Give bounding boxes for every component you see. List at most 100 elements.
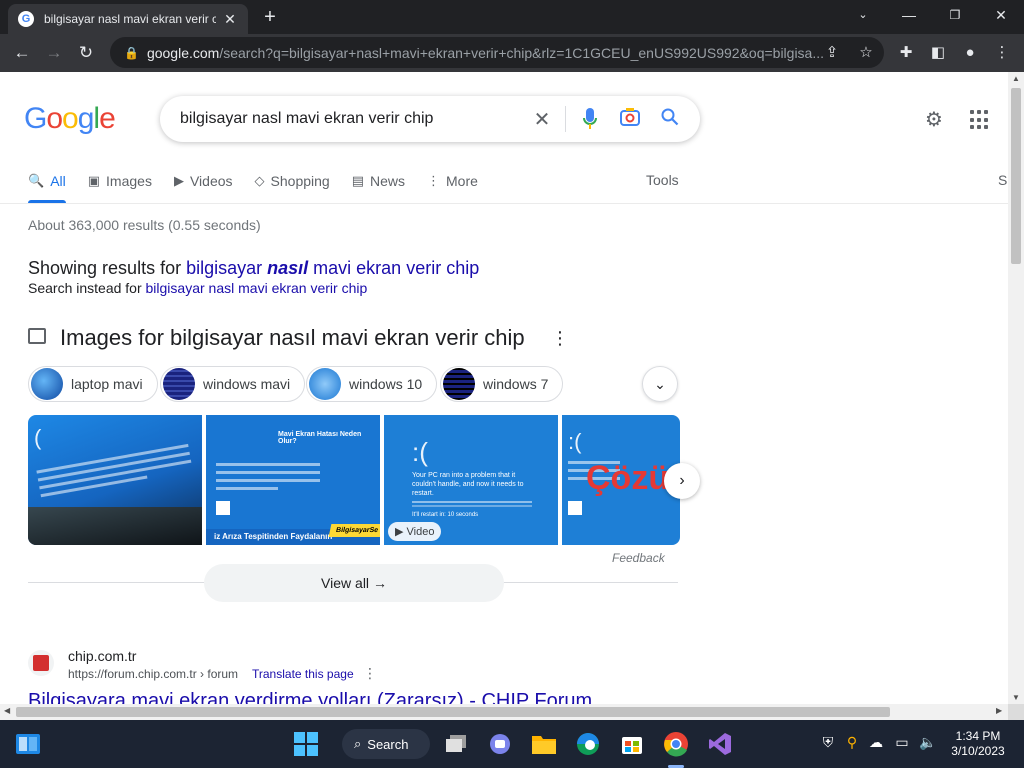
- tab-images[interactable]: ▣ Images: [88, 170, 152, 192]
- system-clock[interactable]: 1:34 PM 3/10/2023: [946, 729, 1010, 759]
- browser-menu-icon[interactable]: ⋮: [990, 41, 1014, 65]
- extensions-puzzle-icon[interactable]: ✚: [894, 41, 918, 65]
- tray-app-icon[interactable]: ⚲: [842, 734, 862, 751]
- widgets-icon[interactable]: [14, 730, 42, 758]
- result-title-link[interactable]: Bilgisayara mavi ekran verdirme yolları …: [28, 690, 592, 704]
- browser-tab[interactable]: G bilgisayar nasl mavi ekran verir chip …: [8, 4, 248, 34]
- google-logo[interactable]: Google: [24, 102, 116, 136]
- news-icon: ▤: [351, 173, 364, 188]
- tab-title: bilgisayar nasl mavi ekran verir chip: [44, 12, 216, 26]
- image-result-1[interactable]: (: [28, 415, 202, 545]
- address-bar[interactable]: 🔒 google.com/search?q=bilgisayar+nasl+ma…: [110, 37, 884, 68]
- browser-tab-strip: G bilgisayar nasl mavi ekran verir chip …: [0, 0, 1024, 34]
- images-more-options-icon[interactable]: ⋮: [550, 328, 570, 349]
- bookmark-star-icon[interactable]: ☆: [856, 43, 876, 61]
- spelling-correction: Showing results for bilgisayar nasıl mav…: [28, 258, 480, 278]
- minimize-button[interactable]: —: [886, 0, 932, 30]
- qr-code: [568, 501, 582, 515]
- close-window-button[interactable]: ✕: [978, 0, 1024, 30]
- url-text[interactable]: google.com/search?q=bilgisayar+nasl+mavi…: [147, 45, 823, 61]
- chip-windows-mavi[interactable]: windows mavi: [160, 366, 306, 402]
- chrome-browser-icon[interactable]: [662, 730, 690, 758]
- image-result-4[interactable]: :( Çözü: [562, 415, 680, 545]
- clear-search-icon[interactable]: ✕: [530, 108, 554, 132]
- vertical-scroll-thumb[interactable]: [1011, 88, 1021, 264]
- start-windows-icon[interactable]: [292, 730, 320, 758]
- translate-page-link[interactable]: Translate this page: [252, 667, 354, 681]
- tab-more[interactable]: ⋮ More: [427, 170, 478, 192]
- search-submit-icon[interactable]: [658, 108, 682, 132]
- volume-speaker-icon[interactable]: 🔈: [918, 734, 938, 751]
- qr-code: [216, 501, 230, 515]
- tab-all[interactable]: 🔍 All: [28, 170, 66, 192]
- onedrive-cloud-icon[interactable]: ☁: [866, 734, 886, 751]
- images-next-arrow-icon[interactable]: ›: [664, 463, 700, 499]
- scroll-right-arrow-icon[interactable]: ▶: [996, 706, 1002, 715]
- original-query-link[interactable]: bilgisayar nasl mavi ekran verir chip: [146, 280, 368, 296]
- visual-studio-icon[interactable]: [706, 730, 734, 758]
- view-all-button[interactable]: View all →: [204, 564, 504, 602]
- profile-avatar-icon[interactable]: ●: [958, 41, 982, 65]
- network-icon[interactable]: ▭: [892, 734, 912, 751]
- laptop-bezel: [28, 507, 202, 545]
- task-view-icon[interactable]: [442, 730, 470, 758]
- lock-icon[interactable]: 🔒: [124, 46, 139, 60]
- feedback-link[interactable]: Feedback: [612, 551, 665, 565]
- result-site-name[interactable]: chip.com.tr: [68, 648, 136, 664]
- horizontal-scroll-thumb[interactable]: [16, 707, 890, 717]
- image-result-3-video[interactable]: :( Your PC ran into a problem that it co…: [384, 415, 558, 545]
- forward-button[interactable]: →: [42, 41, 66, 65]
- header-divider: [0, 203, 1008, 204]
- new-tab-button[interactable]: +: [258, 6, 282, 30]
- tab-close-icon[interactable]: ✕: [222, 11, 238, 28]
- tag-icon: ◇: [254, 173, 265, 188]
- chips-expand-chevron-icon[interactable]: ⌄: [642, 366, 678, 402]
- tab-search-icon[interactable]: ⌄: [840, 0, 886, 30]
- search-box[interactable]: bilgisayar nasl mavi ekran verir chip ✕: [160, 96, 700, 142]
- file-explorer-icon[interactable]: [530, 730, 558, 758]
- reload-button[interactable]: ↻: [74, 41, 98, 65]
- scrollbar-corner: [1008, 704, 1024, 720]
- voice-search-mic-icon[interactable]: [578, 108, 602, 132]
- back-button[interactable]: ←: [10, 41, 34, 65]
- tab-shopping[interactable]: ◇ Shopping: [255, 170, 330, 192]
- play-icon: ▶: [395, 526, 407, 538]
- tab-videos[interactable]: ▶ Videos: [174, 170, 233, 192]
- result-more-options-icon[interactable]: ⋮: [362, 665, 378, 682]
- taskbar-search[interactable]: ⌕ Search: [342, 729, 430, 759]
- restore-button[interactable]: ❐: [932, 0, 978, 30]
- scroll-down-arrow-icon[interactable]: ▼: [1008, 693, 1024, 702]
- search-icon: 🔍: [28, 173, 45, 188]
- chip-thumbnail: [31, 368, 63, 400]
- horizontal-scrollbar[interactable]: ◀ ▶: [0, 704, 1008, 720]
- tab-news[interactable]: ▤ News: [352, 170, 405, 192]
- corrected-query-link[interactable]: bilgisayar nasıl mavi ekran verir chip: [186, 258, 479, 278]
- scroll-up-arrow-icon[interactable]: ▲: [1008, 74, 1024, 83]
- security-shield-icon[interactable]: ⛨: [818, 734, 838, 751]
- teams-chat-icon[interactable]: [486, 730, 514, 758]
- side-panel-icon[interactable]: ◧: [926, 41, 950, 65]
- result-stats: About 363,000 results (0.55 seconds): [28, 217, 261, 233]
- microsoft-store-icon[interactable]: [618, 730, 646, 758]
- share-icon[interactable]: ⇪: [822, 43, 842, 61]
- browser-toolbar: ← → ↻ 🔒 google.com/search?q=bilgisayar+n…: [0, 34, 1024, 72]
- arrow-right-icon: →: [372, 575, 387, 591]
- chip-windows-10[interactable]: windows 10: [306, 366, 438, 402]
- tools-button[interactable]: Tools: [646, 172, 679, 188]
- images-heading[interactable]: Images for bilgisayar nasıl mavi ekran v…: [60, 325, 525, 351]
- edge-browser-icon[interactable]: [574, 730, 602, 758]
- vertical-scrollbar[interactable]: ▲ ▼: [1008, 72, 1024, 704]
- chip-windows-7[interactable]: windows 7: [440, 366, 564, 402]
- chip-favicon-icon: [28, 650, 54, 676]
- chip-laptop-mavi[interactable]: laptop mavi: [28, 366, 158, 402]
- settings-gear-icon[interactable]: ⚙: [922, 108, 946, 132]
- image-result-2[interactable]: Mavi Ekran Hatası Neden Olur? iz Arıza T…: [206, 415, 380, 545]
- safesearch-button[interactable]: S: [998, 172, 1007, 188]
- result-breadcrumb[interactable]: https://forum.chip.com.tr › forum: [68, 667, 238, 681]
- chip-thumbnail: [163, 368, 195, 400]
- search-instead: Search instead for bilgisayar nasl mavi …: [28, 280, 368, 296]
- google-apps-grid-icon[interactable]: [970, 110, 990, 130]
- search-icon: ⌕: [354, 736, 362, 751]
- lens-camera-icon[interactable]: [618, 108, 642, 132]
- scroll-left-arrow-icon[interactable]: ◀: [4, 706, 10, 715]
